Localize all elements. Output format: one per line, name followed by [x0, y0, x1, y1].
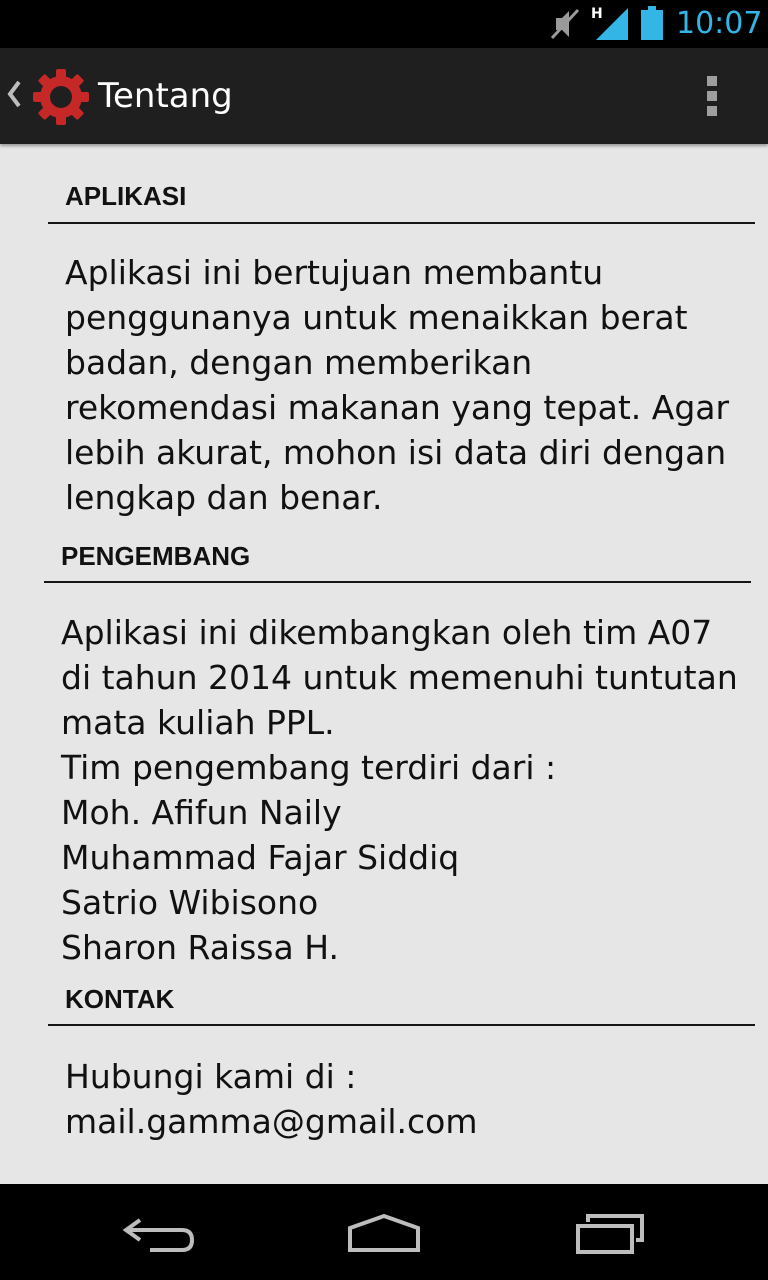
text-line: di tahun 2014 untuk memenuhi tuntutan [61, 658, 738, 697]
home-button[interactable] [309, 1184, 459, 1280]
text-line: lengkap dan benar. [65, 478, 383, 517]
text-line: Tim pengembang terdiri dari : [61, 748, 557, 787]
text-line: penggunanya untuk menaikkan berat [65, 298, 688, 337]
page-title: Tentang [98, 76, 233, 116]
overflow-menu-icon [707, 76, 717, 116]
section-header-kontak: KONTAK [65, 984, 175, 1014]
section-divider [44, 581, 751, 583]
mute-icon [550, 8, 580, 40]
section-header-pengembang: PENGEMBANG [61, 541, 251, 571]
text-line: badan, dengan memberikan [65, 343, 533, 382]
developer-name: Moh. Afifun Naily [61, 793, 342, 832]
contact-email[interactable]: mail.gamma@gmail.com [65, 1099, 478, 1144]
developer-name: Satrio Wibisono [61, 883, 319, 922]
section-divider [48, 222, 755, 224]
status-bar: H 10:07 [0, 0, 768, 48]
developer-name: Muhammad Fajar Siddiq [61, 838, 460, 877]
section-divider [48, 1024, 755, 1026]
back-button[interactable] [85, 1184, 235, 1280]
text-line: rekomendasi makanan yang tepat. Agar [65, 388, 730, 427]
battery-icon [641, 6, 663, 40]
text-line: lebih akurat, mohon isi data diri dengan [65, 433, 727, 472]
back-icon [122, 1218, 195, 1252]
action-bar: Tentang [0, 48, 768, 144]
text-line: Hubungi kami di : [65, 1057, 357, 1096]
recent-apps-button[interactable] [535, 1184, 685, 1280]
text-line: Aplikasi ini dikembangkan oleh tim A07 [61, 613, 713, 652]
clock: 10:07 [676, 6, 763, 41]
home-icon [348, 1213, 420, 1252]
chevron-left-icon [7, 80, 21, 108]
overflow-menu-button[interactable] [680, 48, 744, 144]
network-type-label: H [591, 6, 603, 22]
signal-icon: H [591, 6, 628, 40]
kontak-description: Hubungi kami di : mail.gamma@gmail.com [65, 1054, 478, 1144]
up-navigation-button[interactable] [0, 48, 92, 144]
aplikasi-description: Aplikasi ini bertujuan membantu pengguna… [65, 250, 729, 520]
developer-name: Sharon Raissa H. [61, 928, 339, 967]
text-line: mata kuliah PPL. [61, 703, 335, 742]
section-header-aplikasi: APLIKASI [65, 181, 187, 211]
pengembang-description: Aplikasi ini dikembangkan oleh tim A07 d… [61, 610, 738, 970]
text-line: Aplikasi ini bertujuan membantu [65, 253, 604, 292]
gear-icon [33, 69, 89, 125]
navigation-bar [0, 1184, 768, 1280]
recent-apps-icon [576, 1214, 644, 1254]
